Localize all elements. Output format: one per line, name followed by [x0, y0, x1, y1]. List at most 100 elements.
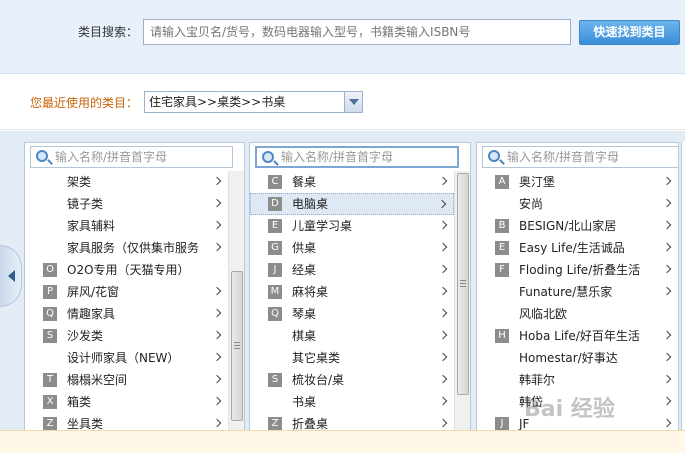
list-item-label: 韩菲尔 [519, 373, 556, 387]
chevron-right-icon [212, 176, 222, 186]
list-item-label: O2O专用（天猫专用） [67, 263, 190, 277]
list-item[interactable]: M 麻将桌 [250, 281, 454, 303]
magnifier-icon [36, 150, 48, 162]
chevron-right-icon [662, 330, 672, 340]
chevron-right-icon [438, 374, 448, 384]
recent-categories-select[interactable]: 住宅家具>>桌类>>书桌 [144, 91, 363, 113]
list-item[interactable]: G 供桌 [250, 237, 454, 259]
column-search-placeholder: 输入名称/拼音首字母 [281, 150, 394, 164]
watermark-logo-icon: Bai 经验 [524, 396, 615, 422]
list-item[interactable]: F Floding Life/折叠生活 [477, 259, 678, 281]
list-item[interactable]: 镜子类 [25, 193, 228, 215]
index-letter: Q [268, 307, 282, 321]
scrollbar-thumb[interactable] [457, 173, 469, 395]
index-letter: E [495, 241, 509, 255]
chevron-right-icon [662, 374, 672, 384]
vertical-scrollbar[interactable] [454, 171, 470, 453]
list-item[interactable]: S 沙发类 [25, 325, 228, 347]
list-item-selected[interactable]: D 电脑桌 [250, 193, 454, 215]
list-item[interactable]: P 屏风/花窗 [25, 281, 228, 303]
index-letter: S [268, 373, 282, 387]
list-item[interactable]: H Hoba Life/好百年生活 [477, 325, 678, 347]
grip-line [234, 345, 240, 346]
list-item[interactable]: J 经桌 [250, 259, 454, 281]
list-item[interactable]: 家具服务（仅供集市服务 [25, 237, 228, 259]
chevron-right-icon [438, 286, 448, 296]
list-item[interactable]: 风临北欧 [477, 303, 678, 325]
list-item-label: 经桌 [292, 263, 317, 277]
index-letter: S [43, 329, 57, 343]
chevron-right-icon [212, 286, 222, 296]
chevron-right-icon [662, 352, 672, 362]
index-letter: O [43, 263, 57, 277]
chevron-right-icon [662, 286, 672, 296]
list-item-label: 屏风/花窗 [67, 285, 120, 299]
list-item-label: 箱类 [67, 395, 92, 409]
list-item[interactable]: Q 情趣家具 [25, 303, 228, 325]
list-item[interactable]: O O2O专用（天猫专用） [25, 259, 228, 281]
list-item[interactable]: T 榻榻米空间 [25, 369, 228, 391]
chevron-right-icon [662, 176, 672, 186]
index-letter: X [43, 395, 57, 409]
quick-find-category-button[interactable]: 快速找到类目 [579, 20, 680, 45]
list-item[interactable]: Q 琴桌 [250, 303, 454, 325]
category-list: 架类 镜子类 家具辅料 家具服务（仅供集市服务 O O2O专用（天猫专用） P 屏风… [25, 171, 228, 435]
list-item[interactable]: 安尚 [477, 193, 678, 215]
chevron-right-icon [437, 199, 447, 209]
magnifier-icon [488, 150, 500, 162]
list-item[interactable]: E Easy Life/生活诚品 [477, 237, 678, 259]
category-column-level1: 输入名称/拼音首字母 架类 镜子类 家具辅料 家具服务（仅供集市服务 O O2O专… [24, 142, 245, 453]
category-search-input[interactable] [143, 19, 571, 45]
list-item-label: 奥汀堡 [519, 175, 556, 189]
dropdown-arrow-icon[interactable] [344, 92, 362, 112]
list-item[interactable]: 设计师家具（NEW） [25, 347, 228, 369]
list-item-label: 情趣家具 [67, 307, 116, 321]
list-item-label: 沙发类 [67, 329, 104, 343]
chevron-right-icon [212, 308, 222, 318]
list-item-label: 供桌 [292, 241, 317, 255]
scroll-left-arrow-icon[interactable] [0, 245, 22, 307]
list-item[interactable]: A 奥汀堡 [477, 171, 678, 193]
list-item[interactable]: S 梳妆台/桌 [250, 369, 454, 391]
index-letter: G [268, 241, 282, 255]
index-letter: Z [268, 417, 282, 431]
list-item-label: 设计师家具（NEW） [67, 351, 180, 365]
list-item[interactable]: Homestar/好事达 [477, 347, 678, 369]
watermark-text: Bai 经验 [524, 396, 615, 422]
list-item-label: Homestar/好事达 [519, 351, 618, 365]
column-search-field[interactable]: 输入名称/拼音首字母 [482, 146, 678, 168]
list-item[interactable]: B BESIGN/北山家居 [477, 215, 678, 237]
list-item[interactable]: 架类 [25, 171, 228, 193]
scrollbar-thumb[interactable] [231, 271, 243, 421]
index-letter: J [495, 417, 509, 431]
vertical-scrollbar[interactable] [228, 171, 244, 453]
chevron-right-icon [438, 396, 448, 406]
index-letter: F [495, 263, 509, 277]
column-search-field[interactable]: 输入名称/拼音首字母 [255, 146, 459, 168]
recent-categories-label: 您最近使用的类目： [30, 96, 139, 110]
magnifier-icon [262, 151, 274, 163]
list-item[interactable]: 家具辅料 [25, 215, 228, 237]
index-letter: E [268, 219, 282, 233]
list-item-label: Hoba Life/好百年生活 [519, 329, 640, 343]
index-letter: M [268, 285, 282, 299]
index-letter: Q [43, 307, 57, 321]
list-item[interactable]: X 箱类 [25, 391, 228, 413]
list-item[interactable]: E 儿童学习桌 [250, 215, 454, 237]
chevron-right-icon [662, 220, 672, 230]
list-item[interactable]: Funature/慧乐家 [477, 281, 678, 303]
list-item[interactable]: 棋桌 [250, 325, 454, 347]
column-search-field[interactable]: 输入名称/拼音首字母 [30, 146, 233, 168]
grip-line [234, 348, 240, 349]
chevron-right-icon [212, 396, 222, 406]
category-search-label: 类目搜索： [78, 25, 139, 39]
list-item-label: 儿童学习桌 [292, 219, 353, 233]
chevron-right-icon [438, 308, 448, 318]
index-letter: B [495, 219, 509, 233]
list-item[interactable]: 书桌 [250, 391, 454, 413]
list-item-label: Floding Life/折叠生活 [519, 263, 641, 277]
list-item-label: Funature/慧乐家 [519, 285, 613, 299]
list-item[interactable]: C 餐桌 [250, 171, 454, 193]
list-item[interactable]: 其它桌类 [250, 347, 454, 369]
list-item-label: 梳妆台/桌 [292, 373, 345, 387]
